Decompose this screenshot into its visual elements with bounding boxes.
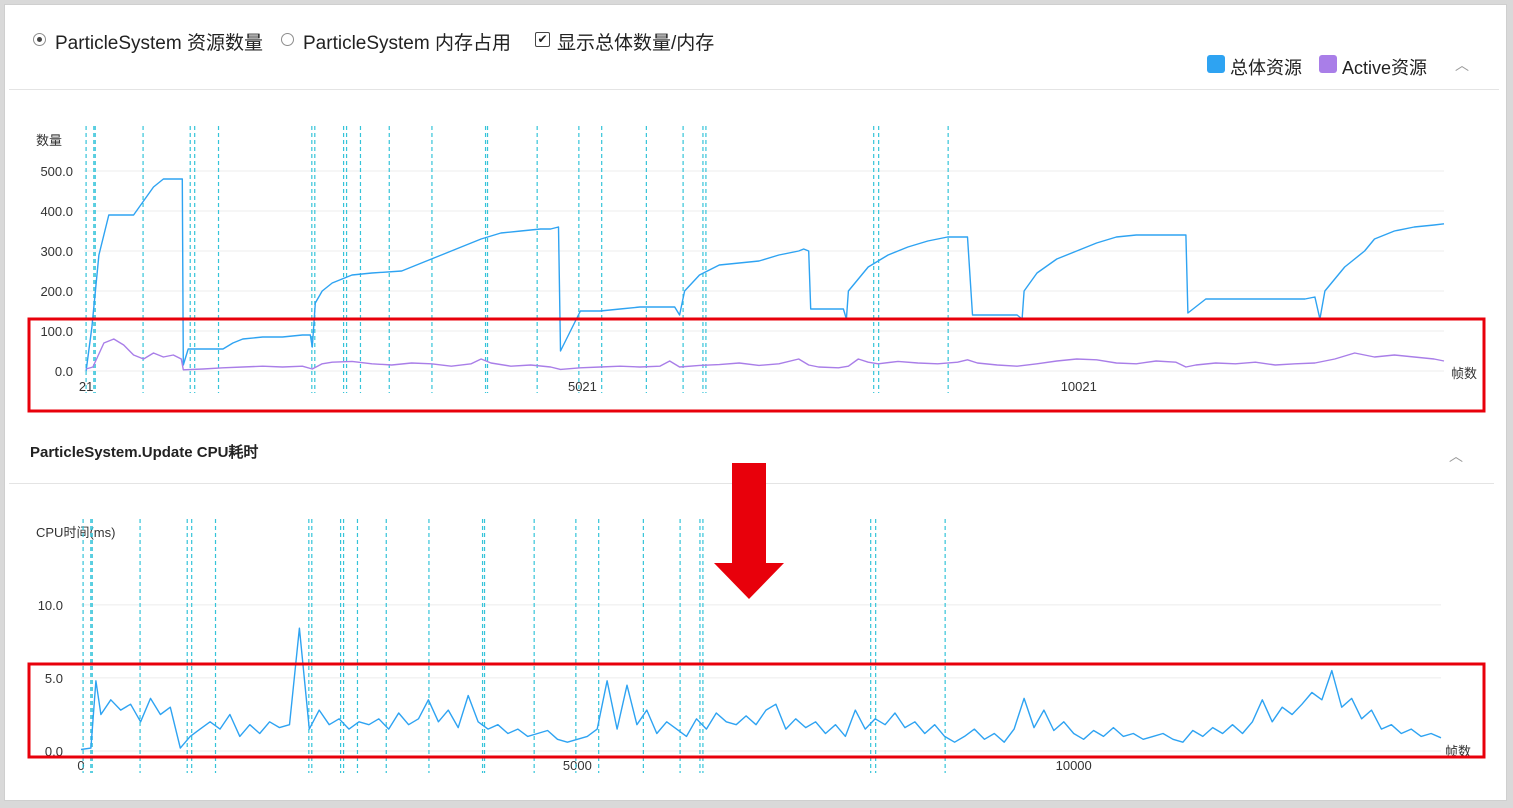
x-tick-label: 10000 bbox=[1056, 758, 1092, 773]
x-tick-label: 5021 bbox=[568, 379, 597, 394]
y-tick-label: 200.0 bbox=[40, 284, 73, 299]
y-tick-label: 400.0 bbox=[40, 204, 73, 219]
x-axis-label: 帧数 bbox=[1451, 366, 1477, 381]
down-arrow-icon bbox=[714, 463, 784, 599]
y-tick-label: 0.0 bbox=[55, 364, 73, 379]
y-axis-label: 数量 bbox=[36, 133, 62, 148]
y-tick-label: 100.0 bbox=[40, 324, 73, 339]
x-tick-label: 10021 bbox=[1061, 379, 1097, 394]
y-tick-label: 500.0 bbox=[40, 164, 73, 179]
series-line-1 bbox=[85, 178, 1445, 372]
charts-canvas: 0.0100.0200.0300.0400.0500.0数量21 5021 1002… bbox=[27, 126, 1486, 773]
y-tick-label: 5.0 bbox=[45, 671, 63, 686]
y-tick-label: 10.0 bbox=[38, 598, 63, 613]
y-tick-label: 300.0 bbox=[40, 244, 73, 259]
series-line-2 bbox=[85, 338, 1445, 371]
series-line-1 bbox=[80, 627, 1442, 751]
y-axis-label: CPU时间(ms) bbox=[36, 525, 115, 540]
profiler-panel: ParticleSystem 资源数量 ParticleSystem 内存占用 … bbox=[4, 4, 1507, 801]
chart-1: 0.0100.0200.0300.0400.0500.0数量21 5021 1002… bbox=[27, 126, 1486, 413]
x-tick-label: 5000 bbox=[563, 758, 592, 773]
